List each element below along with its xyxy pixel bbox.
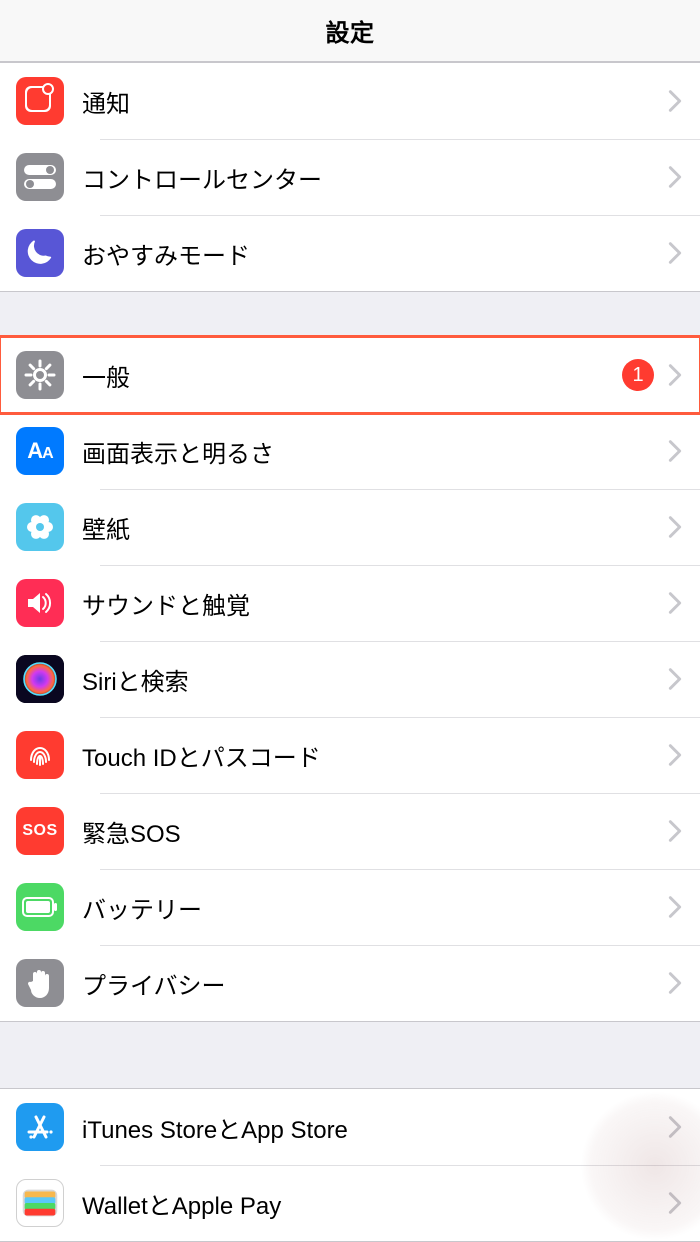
bell-badge-icon (16, 77, 64, 125)
chevron-right-icon (668, 743, 682, 767)
row-privacy[interactable]: プライバシー (0, 945, 700, 1021)
page-title: 設定 (326, 13, 375, 48)
chevron-right-icon (668, 439, 682, 463)
chevron-right-icon (668, 895, 682, 919)
row-label: iTunes StoreとApp Store (82, 1110, 668, 1145)
gear-icon (16, 351, 64, 399)
sos-icon: SOS (16, 807, 64, 855)
siri-icon (16, 655, 64, 703)
fingerprint-icon (16, 731, 64, 779)
row-battery[interactable]: バッテリー (0, 869, 700, 945)
row-do-not-disturb[interactable]: おやすみモード (0, 215, 700, 291)
settings-group: 通知コントロールセンターおやすみモード (0, 62, 700, 292)
chevron-right-icon (668, 1191, 682, 1215)
chevron-right-icon (668, 591, 682, 615)
row-notifications[interactable]: 通知 (0, 63, 700, 139)
speaker-icon (16, 579, 64, 627)
row-label: 緊急SOS (82, 814, 668, 849)
chevron-right-icon (668, 363, 682, 387)
wallet-icon (16, 1179, 64, 1227)
row-control-center[interactable]: コントロールセンター (0, 139, 700, 215)
row-wallpaper[interactable]: 壁紙 (0, 489, 700, 565)
chevron-right-icon (668, 89, 682, 113)
row-label: 画面表示と明るさ (82, 434, 668, 469)
hand-icon (16, 959, 64, 1007)
notification-badge: 1 (622, 359, 654, 391)
row-label: サウンドと触覚 (82, 586, 668, 621)
chevron-right-icon (668, 819, 682, 843)
settings-group: iTunes StoreとApp Store WalletとApple Pay (0, 1088, 700, 1242)
settings-group: 一般1 AA 画面表示と明るさ壁紙サウンドと触覚 Siriと検索 Touch IDとパス… (0, 336, 700, 1022)
row-wallet[interactable]: WalletとApple Pay (0, 1165, 700, 1241)
chevron-right-icon (668, 241, 682, 265)
appstore-icon (16, 1103, 64, 1151)
battery-icon (16, 883, 64, 931)
moon-icon (16, 229, 64, 277)
settings-list: 通知コントロールセンターおやすみモード一般1AA画面表示と明るさ壁紙サウンドと触… (0, 62, 700, 1242)
row-general[interactable]: 一般1 (0, 337, 700, 413)
chevron-right-icon (668, 971, 682, 995)
row-label: バッテリー (82, 890, 668, 925)
chevron-right-icon (668, 1115, 682, 1139)
row-display[interactable]: AA 画面表示と明るさ (0, 413, 700, 489)
row-label: コントロールセンター (82, 160, 668, 195)
header: 設定 (0, 0, 700, 62)
row-label: Siriと検索 (82, 662, 668, 697)
flower-icon (16, 503, 64, 551)
row-emergency[interactable]: SOS 緊急SOS (0, 793, 700, 869)
row-label: プライバシー (82, 966, 668, 1001)
row-label: 壁紙 (82, 510, 668, 545)
row-label: おやすみモード (82, 236, 668, 271)
row-label: Touch IDとパスコード (82, 738, 668, 773)
row-label: 一般 (82, 358, 622, 393)
chevron-right-icon (668, 515, 682, 539)
row-itunes[interactable]: iTunes StoreとApp Store (0, 1089, 700, 1165)
row-label: WalletとApple Pay (82, 1186, 668, 1221)
row-sounds[interactable]: サウンドと触覚 (0, 565, 700, 641)
text-aa-icon: AA (16, 427, 64, 475)
row-siri[interactable]: Siriと検索 (0, 641, 700, 717)
chevron-right-icon (668, 667, 682, 691)
chevron-right-icon (668, 165, 682, 189)
switches-icon (16, 153, 64, 201)
row-label: 通知 (82, 84, 668, 119)
row-touchid[interactable]: Touch IDとパスコード (0, 717, 700, 793)
